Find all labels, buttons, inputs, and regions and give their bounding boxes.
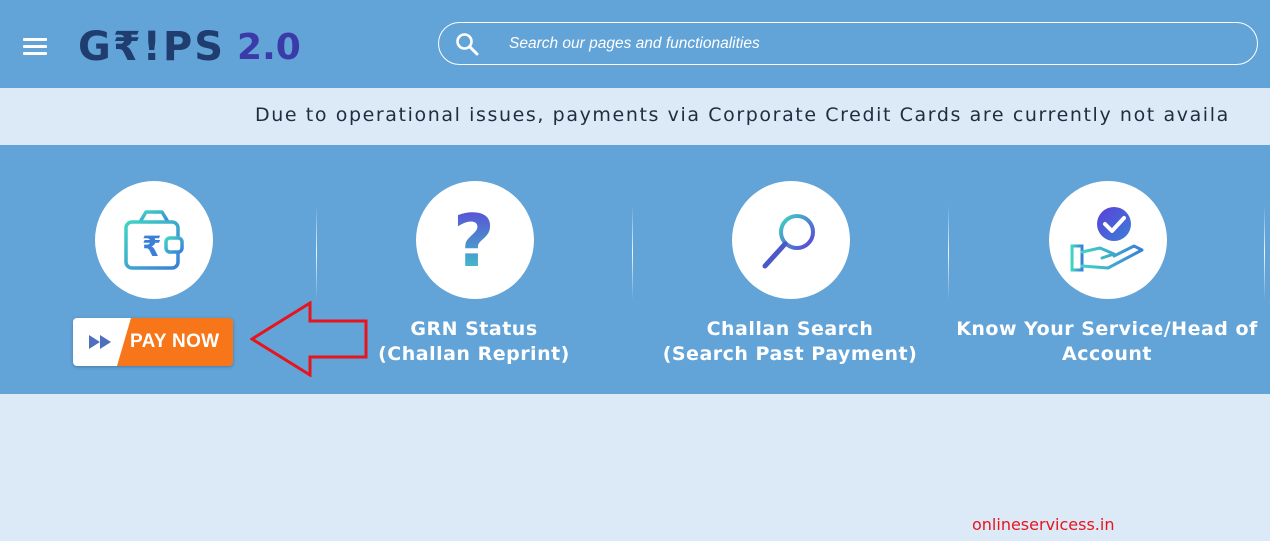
divider <box>316 205 317 300</box>
divider <box>632 205 633 300</box>
divider <box>1264 205 1265 300</box>
know-service-line1: Know Your Service/Head of <box>956 318 1258 340</box>
grn-status-label[interactable]: GRN Status (Challan Reprint) <box>344 317 604 367</box>
wallet-rupee-icon: ₹ <box>124 210 184 270</box>
question-mark-icon: ? <box>453 204 495 276</box>
search-bar[interactable] <box>438 22 1258 65</box>
fast-forward-icon <box>89 335 111 349</box>
search-icon[interactable] <box>455 32 479 56</box>
know-service-line2: Account <box>1062 343 1152 365</box>
magnifier-icon <box>762 214 815 269</box>
hand-check-icon <box>1070 207 1144 272</box>
svg-text:₹: ₹ <box>142 230 161 263</box>
pay-now-label: PAY NOW <box>130 331 220 352</box>
grn-status-line2: (Challan Reprint) <box>378 343 570 365</box>
grips-logo[interactable]: G₹!PS 2.0 <box>78 14 368 80</box>
pay-now-button[interactable]: PAY NOW <box>73 318 233 366</box>
challan-search-circle[interactable] <box>732 181 850 299</box>
challan-search-label[interactable]: Challan Search (Search Past Payment) <box>640 317 940 367</box>
svg-text:?: ? <box>453 204 495 276</box>
top-header: G₹!PS 2.0 <box>0 0 1270 88</box>
challan-search-line1: Challan Search <box>706 318 874 340</box>
know-service-label[interactable]: Know Your Service/Head of Account <box>955 317 1259 367</box>
menu-hamburger-icon[interactable] <box>23 38 47 56</box>
know-service-circle[interactable] <box>1049 181 1167 299</box>
logo-wordmark: G₹!PS <box>78 24 226 70</box>
divider <box>948 205 949 300</box>
search-input[interactable] <box>507 33 1211 54</box>
services-band: ₹ PAY NOW ? GRN Status (Challan Reprint) <box>0 145 1270 394</box>
notice-text: Due to operational issues, payments via … <box>255 104 1230 126</box>
logo-version: 2.0 <box>237 26 301 68</box>
grn-status-circle[interactable]: ? <box>416 181 534 299</box>
pay-now-circle[interactable]: ₹ <box>95 181 213 299</box>
grn-status-line1: GRN Status <box>410 318 538 340</box>
challan-search-line2: (Search Past Payment) <box>662 343 918 365</box>
watermark-text: onlineservicess.in <box>972 515 1115 534</box>
notice-ticker: Due to operational issues, payments via … <box>0 88 1270 145</box>
